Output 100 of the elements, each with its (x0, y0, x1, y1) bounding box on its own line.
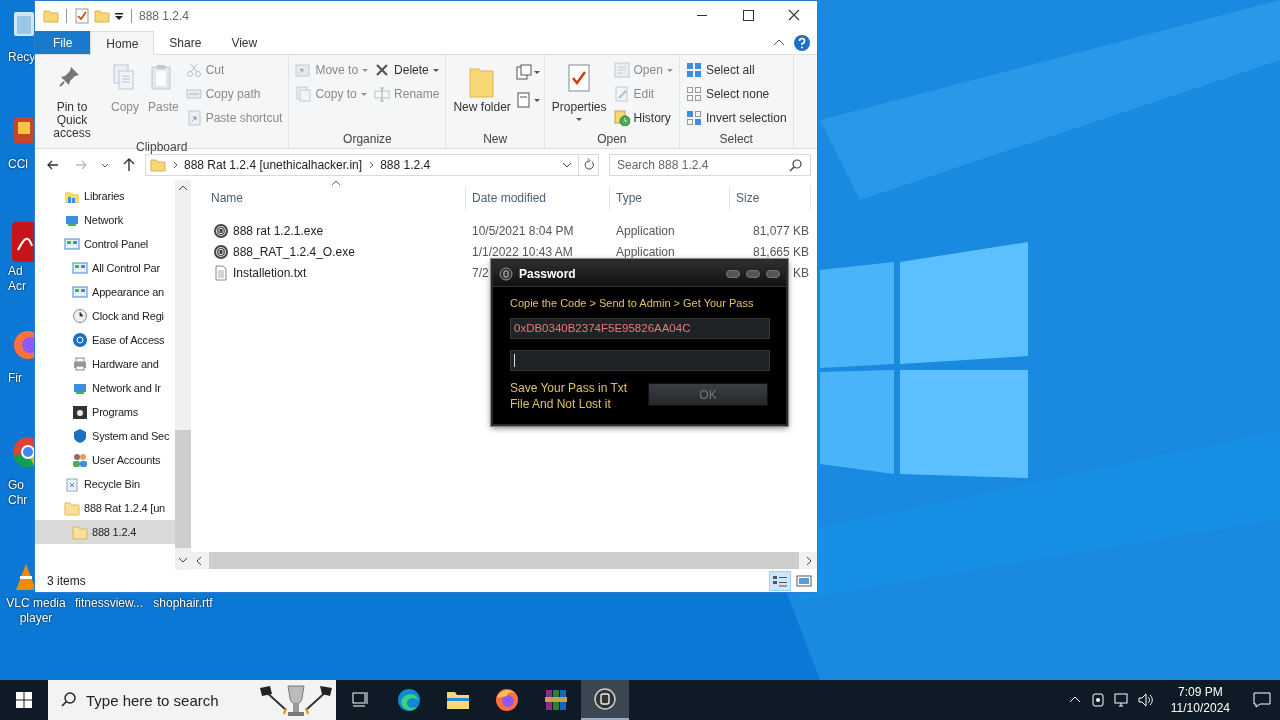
tree-item[interactable]: System and Sec (35, 424, 175, 448)
breadcrumb[interactable]: 888 1.2.4 (380, 158, 431, 172)
ribbon-tab[interactable]: Share (154, 31, 217, 54)
control-panel-icon (64, 236, 80, 252)
tree-item[interactable]: Libraries (35, 184, 175, 208)
select-none-icon (685, 86, 702, 102)
tree-item[interactable]: Network and Ir (35, 376, 175, 400)
table-cell: 81,665 KB (752, 244, 809, 259)
text-file-icon (213, 264, 229, 281)
users-icon (72, 452, 88, 468)
windows-logo-icon (16, 692, 32, 708)
pencil-icon (613, 86, 630, 102)
table-cell: KB (793, 265, 809, 280)
details-view-icon[interactable] (772, 574, 788, 588)
tree-item[interactable]: 888 1.2.4 (35, 520, 175, 544)
file-name[interactable]: 888 rat 1.2.1.exe (233, 223, 324, 238)
help-icon[interactable] (793, 33, 811, 52)
ribbon-tab[interactable]: Home (90, 31, 155, 55)
column-header[interactable]: Name (191, 186, 466, 210)
icon-label[interactable]: fitnessview... (75, 596, 143, 611)
app-icon (499, 266, 513, 281)
tree-item[interactable]: Clock and Regi (35, 304, 175, 328)
icon-label[interactable]: Ad Acr (8, 264, 34, 294)
group-label: Open (596, 132, 628, 148)
pages-icon (295, 86, 312, 102)
speaker-icon[interactable] (1136, 691, 1155, 709)
invert-selection-icon (685, 110, 702, 126)
document-icon (515, 92, 532, 108)
open-icon (613, 62, 630, 78)
ribbon-button[interactable]: Select all (683, 61, 789, 79)
close-icon[interactable] (766, 269, 780, 278)
address-bar[interactable]: 888 Rat 1.2.4 [unethicalhacker.in] 888 1.2.4 (145, 154, 579, 176)
scissors-icon (185, 62, 202, 78)
pdf-icon[interactable] (10, 220, 34, 264)
new-item-icon (515, 64, 532, 80)
taskbar-search-field[interactable]: Type here to search (48, 680, 336, 720)
checkmark-document-icon[interactable] (74, 8, 90, 24)
tree-item[interactable]: Control Panel (35, 232, 175, 256)
file-name[interactable]: 888_RAT_1.2.4_O.exe (233, 244, 355, 259)
network-icon[interactable] (1112, 691, 1131, 709)
icon-label[interactable]: Recy (8, 50, 34, 65)
table-cell: 7/2 (472, 265, 489, 280)
breadcrumb[interactable]: 888 Rat 1.2.4 [unethicalhacker.in] (184, 158, 363, 172)
ribbon-button[interactable]: New folder (450, 63, 514, 114)
history-icon (613, 110, 630, 126)
table-cell: 10/5/2021 8:04 PM (472, 223, 574, 238)
icon-label[interactable]: shophair.rtf (153, 596, 213, 611)
folder-icon (64, 500, 80, 516)
ribbon-button[interactable]: Properties (548, 63, 610, 121)
control-panel-icon (72, 260, 88, 276)
ribbon-button[interactable]: Invert selection (683, 109, 789, 127)
file-name[interactable]: Installetion.txt (233, 265, 307, 280)
table-cell: 81,077 KB (752, 223, 809, 238)
large-icons-view-icon[interactable] (796, 574, 812, 588)
tree-item[interactable]: All Control Par (35, 256, 175, 280)
notification-icon[interactable] (1252, 690, 1272, 710)
ribbon-button[interactable]: History (611, 109, 675, 127)
printer-icon (72, 356, 88, 372)
minimize-icon[interactable] (726, 269, 740, 278)
icon-label[interactable]: VLC media player (4, 596, 68, 626)
password-field[interactable] (510, 350, 770, 371)
path-icon (185, 86, 202, 102)
ribbon-button[interactable]: Select none (683, 85, 789, 103)
column-header[interactable]: Date modified (466, 186, 610, 210)
tree-item[interactable]: Recycle Bin (35, 472, 175, 496)
group-label: New (482, 132, 509, 148)
search-icon[interactable] (789, 158, 803, 172)
tree-item[interactable]: Ease of Access (35, 328, 175, 352)
search-field[interactable]: Search 888 1.2.4 (609, 154, 811, 176)
tree-item[interactable]: Programs (35, 400, 175, 424)
tree-item[interactable]: Hardware and (35, 352, 175, 376)
edge-icon (397, 688, 421, 712)
column-header[interactable]: Size (730, 186, 811, 210)
icon-label[interactable]: Go Chr (8, 478, 34, 508)
ribbon-button[interactable]: Pin to Quick access (39, 63, 105, 140)
icon-label[interactable]: Fir (8, 371, 34, 386)
code-field[interactable]: 0xDB0340B2374F5E95826AA04C (510, 318, 770, 339)
rename-icon (374, 86, 391, 102)
accessibility-icon (72, 332, 88, 348)
note-text: Save Your Pass in Txt File And Not Lost it (510, 380, 629, 412)
table-cell: Application (616, 244, 675, 259)
tree-item[interactable]: User Accounts (35, 448, 175, 472)
clock[interactable]: 7:09 PM 11/10/2024 (1170, 684, 1230, 716)
ribbon-tab[interactable]: View (216, 31, 273, 54)
tree-item[interactable]: Appearance an (35, 280, 175, 304)
tree-item[interactable]: Network (35, 208, 175, 232)
item-count: 3 items (47, 574, 86, 588)
scroll-thumb[interactable] (175, 430, 191, 548)
tree-item[interactable]: 888 Rat 1.2.4 [un (35, 496, 175, 520)
file-menu-tab[interactable]: File (35, 31, 91, 54)
ribbon-button[interactable]: Delete (372, 61, 442, 79)
column-header[interactable]: Type (610, 186, 730, 210)
group-label: Organize (342, 132, 393, 148)
taskbar-app[interactable] (581, 680, 629, 720)
icon-button[interactable] (515, 61, 540, 83)
icon-label[interactable]: CCl (8, 157, 34, 172)
refresh-icon[interactable] (579, 154, 599, 176)
table-cell: 1/1/2022 10:43 AM (472, 244, 573, 259)
select-all-icon (685, 62, 702, 78)
scrollbar[interactable] (175, 180, 191, 570)
